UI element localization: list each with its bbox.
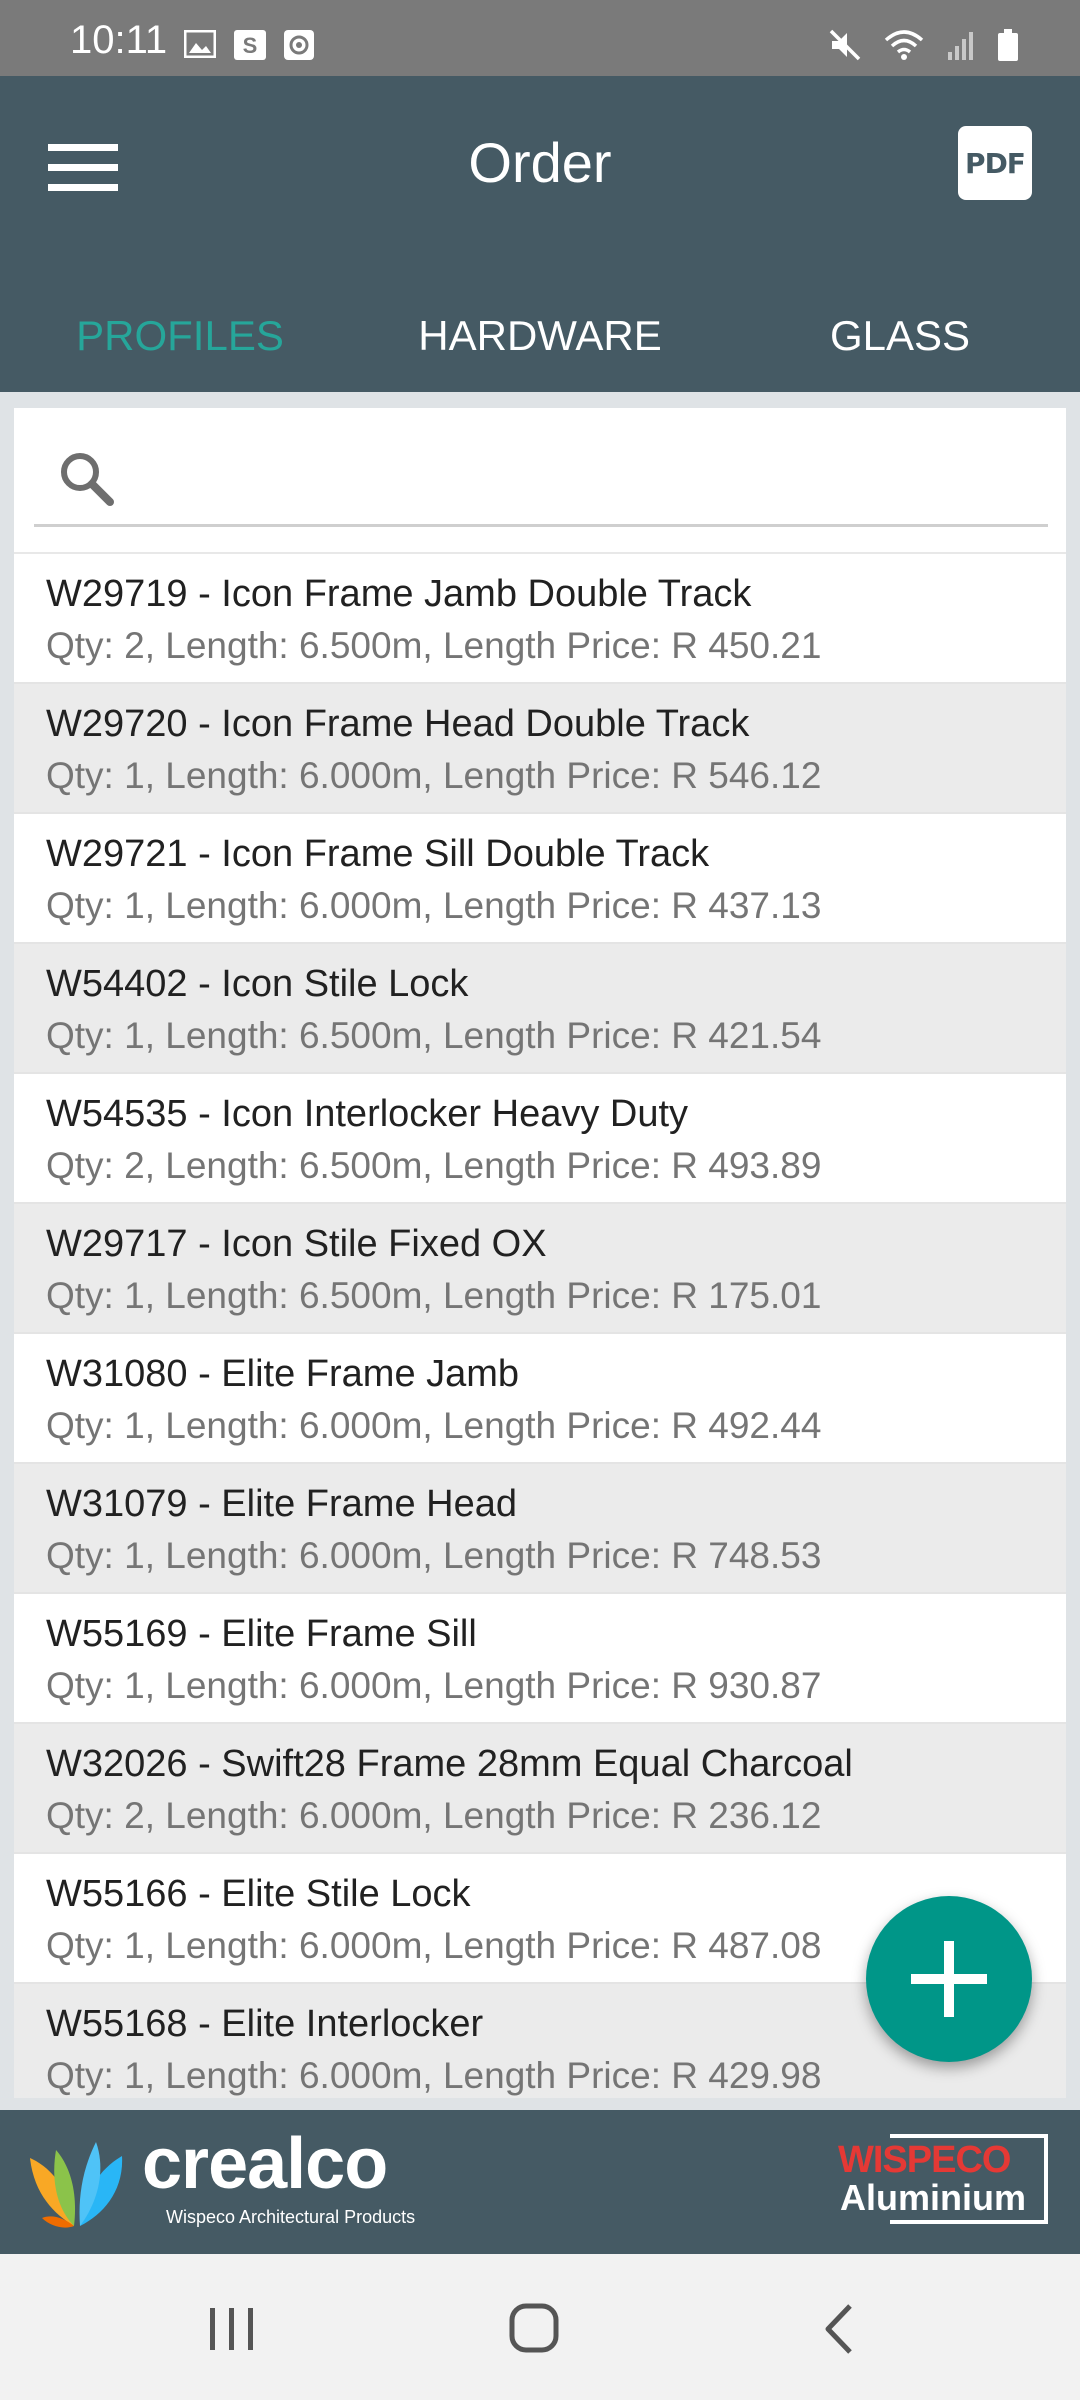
item-title: W54402 - Icon Stile Lock <box>46 963 469 1005</box>
search-underline <box>34 524 1048 527</box>
item-title: W32026 - Swift28 Frame 28mm Equal Charco… <box>46 1743 853 1785</box>
item-title: W55169 - Elite Frame Sill <box>46 1613 477 1655</box>
profiles-card: W29719 - Icon Frame Jamb Double Track Qt… <box>14 408 1066 2098</box>
profile-list: W29719 - Icon Frame Jamb Double Track Qt… <box>14 554 1066 2098</box>
wispeco-subtitle: Aluminium <box>840 2177 1026 2218</box>
crealco-wordmark: crealco <box>142 2124 388 2204</box>
item-details: Qty: 1, Length: 6.000m, Length Price: R … <box>46 885 822 926</box>
pdf-icon: PDF <box>965 146 1026 180</box>
tab-glass[interactable]: GLASS <box>720 286 1080 386</box>
item-details: Qty: 1, Length: 6.000m, Length Price: R … <box>46 1405 822 1446</box>
list-item[interactable]: W54402 - Icon Stile Lock Qty: 1, Length:… <box>14 944 1066 1074</box>
search-icon <box>61 453 114 506</box>
status-bar: 10:11 S <box>0 0 1080 76</box>
plus-icon-bar <box>944 1941 954 2017</box>
item-details: Qty: 2, Length: 6.500m, Length Price: R … <box>46 1145 822 1186</box>
list-item[interactable]: W29720 - Icon Frame Head Double Track Qt… <box>14 684 1066 814</box>
item-details: Qty: 2, Length: 6.500m, Length Price: R … <box>46 625 822 666</box>
s-app-icon: S <box>234 30 266 60</box>
pdf-export-button[interactable]: PDF <box>958 126 1032 200</box>
battery-icon <box>998 29 1018 61</box>
item-details: Qty: 1, Length: 6.000m, Length Price: R … <box>46 755 822 796</box>
list-item[interactable]: W31080 - Elite Frame Jamb Qty: 1, Length… <box>14 1334 1066 1464</box>
wispeco-wordmark: WISPECO <box>838 2139 1011 2181</box>
tab-profiles[interactable]: PROFILES <box>0 286 360 386</box>
brand-footer: crealco Wispeco Architectural Products W… <box>0 2110 1080 2254</box>
list-item[interactable]: W29717 - Icon Stile Fixed OX Qty: 1, Len… <box>14 1204 1066 1334</box>
item-details: Qty: 1, Length: 6.500m, Length Price: R … <box>46 1275 822 1316</box>
butterfly-logo-icon <box>30 2142 123 2228</box>
crealco-tagline: Wispeco Architectural Products <box>166 2207 416 2227</box>
search-input[interactable] <box>134 448 1018 512</box>
order-screen: 10:11 S Order PDF PROFILES HARDWARE GLAS… <box>0 0 1080 2400</box>
item-details: Qty: 1, Length: 6.000m, Length Price: R … <box>46 2055 822 2096</box>
add-item-button[interactable] <box>866 1896 1032 2062</box>
image-icon <box>184 30 216 58</box>
page-title: Order <box>468 131 612 194</box>
list-item[interactable]: W29719 - Icon Frame Jamb Double Track Qt… <box>14 554 1066 684</box>
list-item[interactable]: W54535 - Icon Interlocker Heavy Duty Qty… <box>14 1074 1066 1204</box>
system-nav-bar <box>0 2254 1080 2400</box>
home-button[interactable] <box>494 2294 574 2364</box>
item-title: W29721 - Icon Frame Sill Double Track <box>46 833 710 875</box>
back-button[interactable] <box>800 2294 880 2364</box>
screen-record-icon <box>284 30 314 60</box>
item-title: W31079 - Elite Frame Head <box>46 1483 517 1525</box>
wifi-icon <box>884 30 924 60</box>
signal-icon <box>948 32 973 60</box>
app-bar: Order PDF PROFILES HARDWARE GLASS <box>0 76 1080 392</box>
list-item[interactable]: W29721 - Icon Frame Sill Double Track Qt… <box>14 814 1066 944</box>
svg-text:S: S <box>243 33 258 58</box>
item-title: W29717 - Icon Stile Fixed OX <box>46 1223 547 1265</box>
list-item[interactable]: W31079 - Elite Frame Head Qty: 1, Length… <box>14 1464 1066 1594</box>
mute-icon <box>829 29 861 61</box>
item-details: Qty: 1, Length: 6.500m, Length Price: R … <box>46 1015 822 1056</box>
item-title: W29720 - Icon Frame Head Double Track <box>46 703 750 745</box>
search-bar <box>14 408 1066 554</box>
tab-bar: PROFILES HARDWARE GLASS <box>0 286 1080 386</box>
recents-button[interactable] <box>192 2294 272 2364</box>
item-title: W54535 - Icon Interlocker Heavy Duty <box>46 1093 689 1135</box>
list-item[interactable]: W32026 - Swift28 Frame 28mm Equal Charco… <box>14 1724 1066 1854</box>
status-left-icons: S <box>184 30 314 60</box>
status-time: 10:11 <box>70 18 168 62</box>
item-title: W31080 - Elite Frame Jamb <box>46 1353 520 1395</box>
item-details: Qty: 1, Length: 6.000m, Length Price: R … <box>46 1535 822 1576</box>
status-right-icons <box>828 28 1018 62</box>
wispeco-logo: WISPECO Aluminium <box>838 2134 1054 2230</box>
item-title: W29719 - Icon Frame Jamb Double Track <box>46 573 752 615</box>
item-details: Qty: 2, Length: 6.000m, Length Price: R … <box>46 1795 822 1836</box>
item-details: Qty: 1, Length: 6.000m, Length Price: R … <box>46 1665 822 1706</box>
tab-hardware[interactable]: HARDWARE <box>360 286 720 386</box>
list-item[interactable]: W55169 - Elite Frame Sill Qty: 1, Length… <box>14 1594 1066 1724</box>
